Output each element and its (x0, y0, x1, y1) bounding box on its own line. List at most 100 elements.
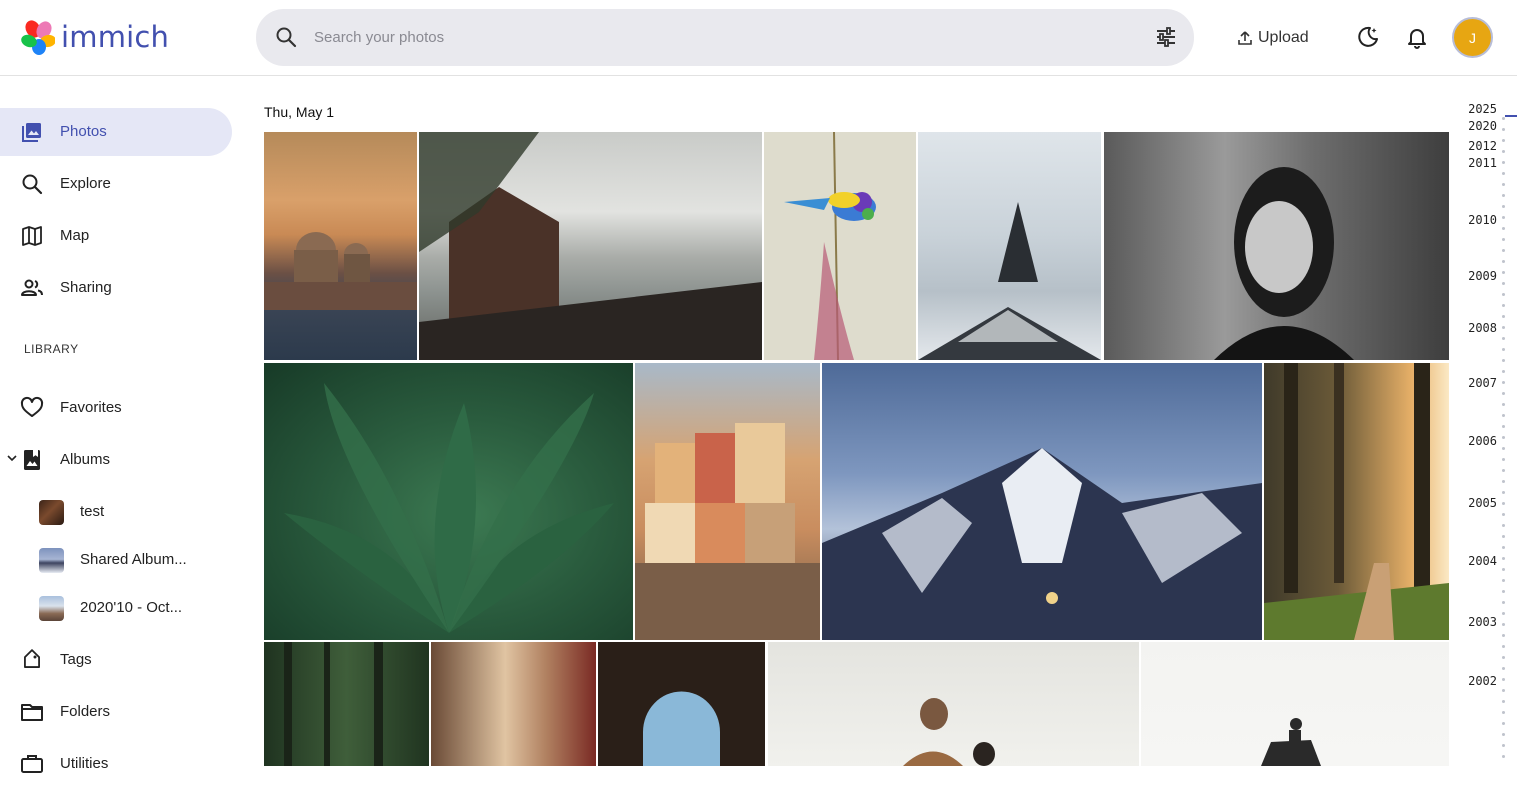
sidebar-item-label: Photos (60, 123, 107, 140)
timeline-scrubber[interactable]: 2025 2020 2012 2011 2010 2009 2008 2007 … (1451, 77, 1517, 766)
arch-shape (643, 691, 720, 766)
sidebar-item-utilities[interactable]: Utilities (0, 740, 232, 788)
photo-thumbnail[interactable] (264, 642, 429, 766)
album-thumbnail (39, 596, 64, 621)
scrubber-dot (1502, 128, 1505, 131)
photo-thumbnail[interactable] (768, 642, 1139, 766)
scrubber-year[interactable]: 2009 (1468, 269, 1497, 283)
scrubber-dot (1502, 337, 1505, 340)
sidebar: Photos Explore Map Sharing LIBRARY Favor… (0, 76, 246, 773)
album-label: Shared Album... (80, 551, 187, 568)
scrubber-year[interactable]: 2025 (1468, 102, 1497, 116)
search-bar[interactable] (256, 9, 1194, 66)
scrubber-dot (1502, 194, 1505, 197)
scrubber-dot (1502, 579, 1505, 582)
sidebar-item-label: Albums (60, 451, 111, 468)
search-input[interactable] (314, 23, 1134, 51)
scrubber-dot (1502, 403, 1505, 406)
date-group-header[interactable]: Thu, May 1 (264, 104, 334, 120)
photo-thumbnail[interactable] (598, 642, 765, 766)
portrait-shape (1214, 167, 1354, 360)
album-item-2020-10[interactable]: 2020'10 - Oct... (0, 586, 232, 630)
scrubber-dot (1502, 557, 1505, 560)
scrubber-dot (1502, 304, 1505, 307)
scrubber-dot (1502, 249, 1505, 252)
scrubber-year[interactable]: 2010 (1468, 213, 1497, 227)
photo-thumbnail[interactable] (764, 132, 916, 360)
scrubber-year[interactable]: 2004 (1468, 554, 1497, 568)
upload-label: Upload (1258, 29, 1309, 46)
scrubber-dot (1502, 238, 1505, 241)
album-item-shared[interactable]: Shared Album... (0, 538, 232, 582)
scrubber-dot (1502, 645, 1505, 648)
scrubber-dot (1502, 172, 1505, 175)
sidebar-item-label: Explore (60, 175, 111, 192)
sidebar-item-map[interactable]: Map (0, 212, 232, 260)
scrubber-dot (1502, 524, 1505, 527)
sidebar-item-folders[interactable]: Folders (0, 688, 232, 736)
village-shape (635, 423, 820, 640)
sidebar-item-favorites[interactable]: Favorites (0, 384, 232, 432)
map-icon (22, 226, 42, 246)
app-logo[interactable]: immich (21, 19, 169, 55)
search-icon (22, 174, 43, 195)
heart-icon (20, 396, 44, 417)
avatar-initial: J (1469, 29, 1476, 46)
scrubber-year[interactable]: 2008 (1468, 321, 1497, 335)
sidebar-item-photos[interactable]: Photos (0, 108, 232, 156)
mountain-peak-shape (918, 202, 1101, 360)
scrubber-dot (1502, 282, 1505, 285)
scrubber-year[interactable]: 2012 (1468, 139, 1497, 153)
sidebar-item-sharing[interactable]: Sharing (0, 264, 232, 312)
sidebar-item-label: Tags (60, 651, 92, 668)
scrubber-dot (1502, 623, 1505, 626)
folder-icon (21, 704, 43, 721)
photo-thumbnail[interactable] (1141, 642, 1449, 766)
scrubber-year[interactable]: 2020 (1468, 119, 1497, 133)
scrubber-dot (1502, 117, 1505, 120)
scrubber-dot (1502, 260, 1505, 263)
scrubber-dot (1502, 568, 1505, 571)
album-thumbnail (39, 548, 64, 573)
chevron-down-icon[interactable] (6, 452, 18, 464)
photo-thumbnail[interactable] (1104, 132, 1449, 360)
photo-thumbnail[interactable] (918, 132, 1101, 360)
scrubber-dot (1502, 689, 1505, 692)
sidebar-item-label: Favorites (60, 399, 122, 416)
scrubber-dot (1502, 359, 1505, 362)
sidebar-item-label: Sharing (60, 279, 112, 296)
scrubber-dot (1502, 458, 1505, 461)
photo-thumbnail[interactable] (419, 132, 762, 360)
top-bar: immich Upload J (0, 0, 1517, 76)
scrubber-year[interactable]: 2006 (1468, 434, 1497, 448)
forest-path-shape (1264, 363, 1449, 640)
dark-mode-toggle-icon[interactable] (1356, 25, 1380, 49)
scrubber-year[interactable]: 2003 (1468, 615, 1497, 629)
notifications-bell-icon[interactable] (1405, 25, 1429, 49)
photo-thumbnail[interactable] (264, 132, 417, 360)
photo-thumbnail[interactable] (1264, 363, 1449, 640)
scrubber-year[interactable]: 2011 (1468, 156, 1497, 170)
photo-thumbnail[interactable] (431, 642, 596, 766)
filter-options-icon[interactable] (1155, 26, 1177, 48)
user-avatar[interactable]: J (1452, 17, 1493, 58)
scrubber-dot (1502, 447, 1505, 450)
photo-thumbnail[interactable] (635, 363, 820, 640)
photo-thumbnail[interactable] (822, 363, 1262, 640)
scrubber-year[interactable]: 2005 (1468, 496, 1497, 510)
sidebar-item-label: Map (60, 227, 90, 244)
tag-icon (24, 649, 40, 668)
sidebar-item-tags[interactable]: Tags (0, 636, 232, 684)
upload-button[interactable]: Upload (1238, 23, 1309, 53)
sidebar-item-albums[interactable]: Albums (0, 436, 232, 484)
scrubber-dot (1502, 744, 1505, 747)
scrubber-dot (1502, 700, 1505, 703)
album-item-test[interactable]: test (0, 490, 232, 534)
scrubber-year[interactable]: 2007 (1468, 376, 1497, 390)
sidebar-item-label: Folders (60, 703, 111, 720)
photo-thumbnail[interactable] (264, 363, 633, 640)
scrubber-dot (1502, 667, 1505, 670)
scrubber-year[interactable]: 2002 (1468, 674, 1497, 688)
forest-trees-shape (284, 642, 383, 766)
sidebar-item-explore[interactable]: Explore (0, 160, 232, 208)
